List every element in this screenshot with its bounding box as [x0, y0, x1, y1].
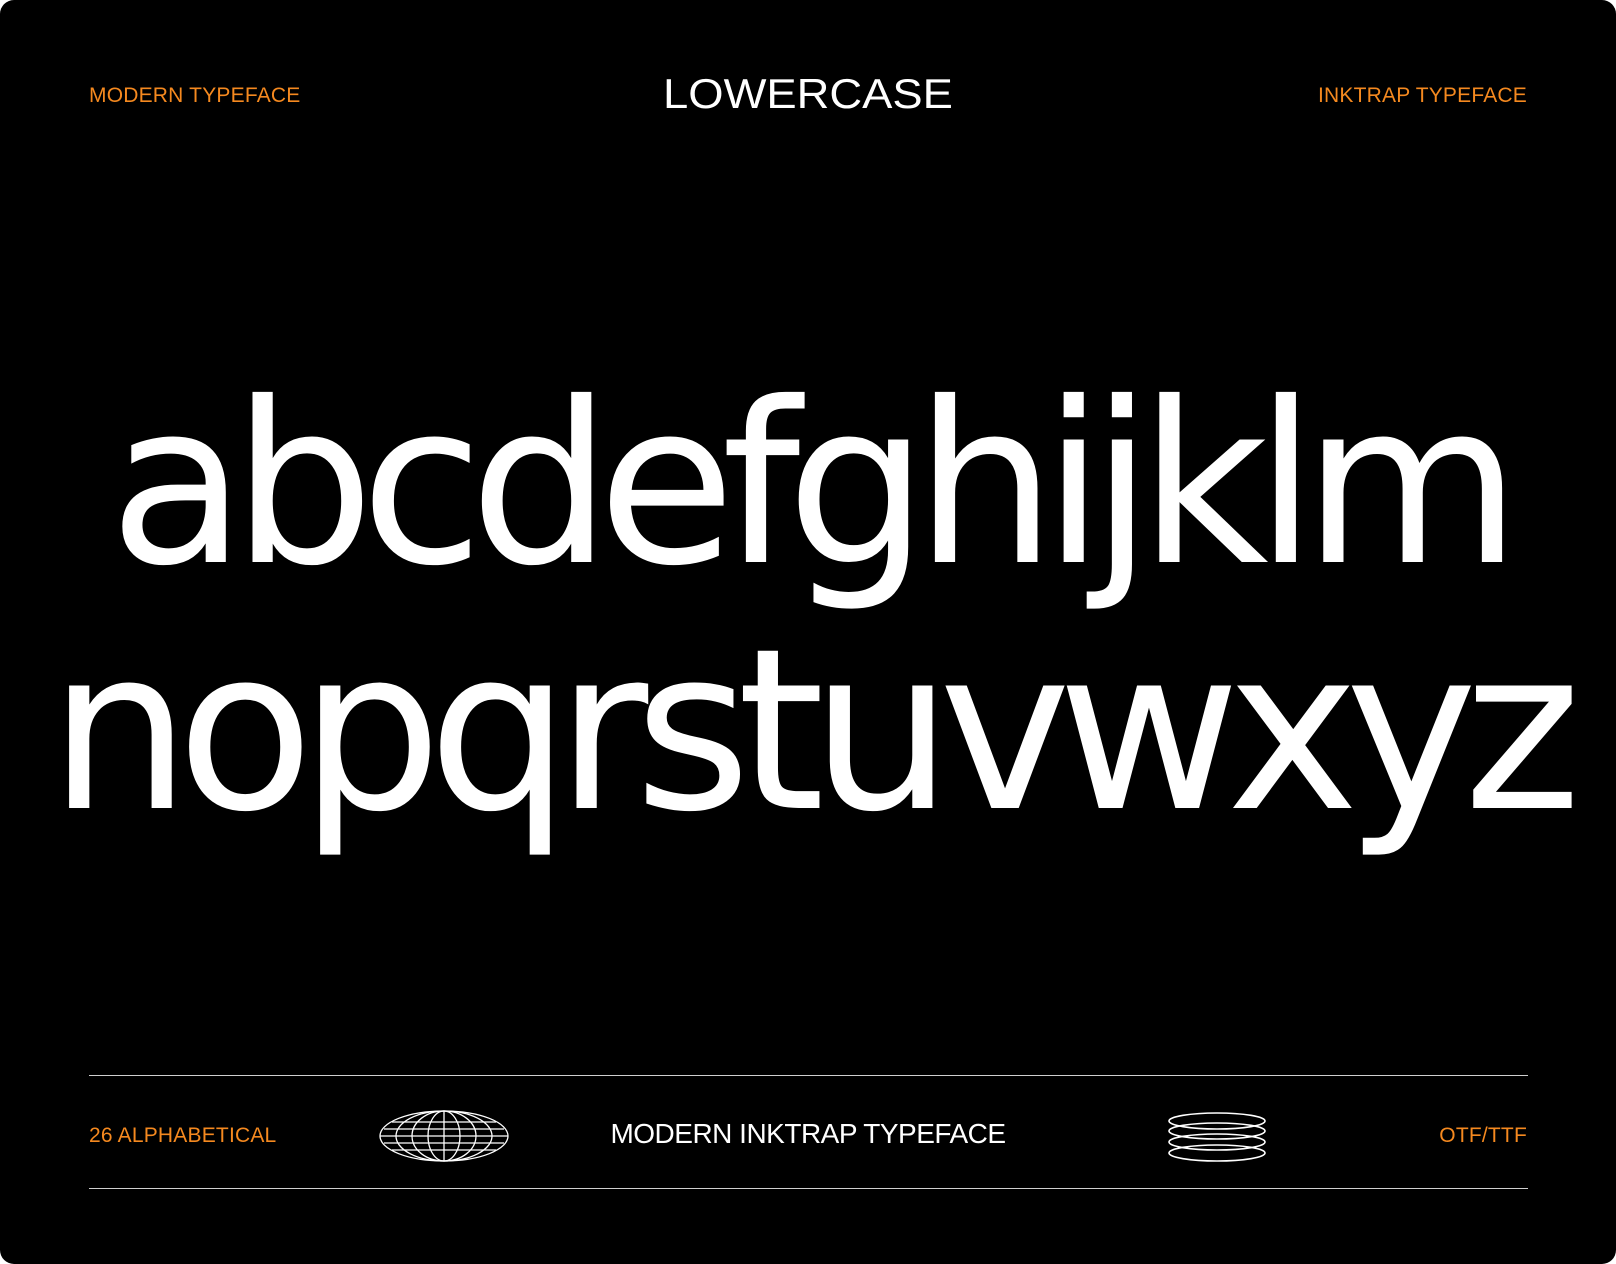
- header-right-label: INKTRAP TYPEFACE: [1318, 84, 1527, 107]
- footer-center-label: MODERN INKTRAP TYPEFACE: [610, 1118, 1006, 1149]
- footer-right-label: OTF/TTF: [1439, 1124, 1527, 1147]
- glyph-row-a-to-m: abcdefghijklm: [108, 354, 1521, 615]
- footer-divider-top: [89, 1075, 1528, 1076]
- specimen-page: MODERN TYPEFACE LOWERCASE INKTRAP TYPEFA…: [0, 0, 1616, 1264]
- stacked-rings-icon: [1168, 1112, 1266, 1162]
- glyph-row-n-to-z: nopqrstuvwxyz: [48, 600, 1581, 861]
- footer-divider-bottom: [89, 1188, 1528, 1189]
